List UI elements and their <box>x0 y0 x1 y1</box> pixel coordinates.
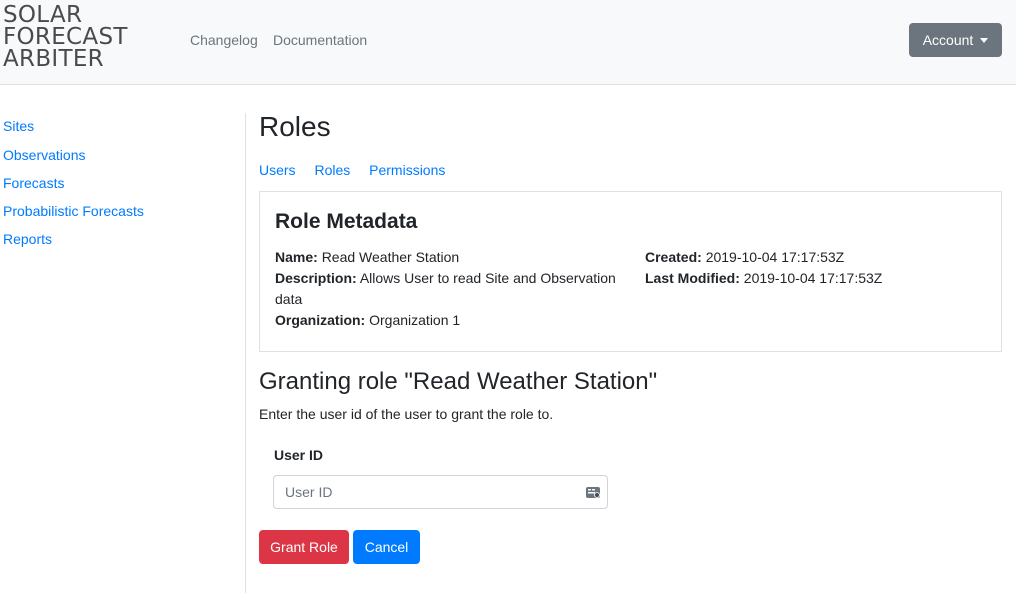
role-metadata-card: Role Metadata Name: Read Weather Station… <box>259 191 1002 352</box>
caret-down-icon <box>980 38 989 43</box>
page-title: Roles <box>259 111 331 142</box>
tab-users[interactable]: Users <box>259 162 296 178</box>
brand-logo[interactable]: SOLAR FORECAST ARBITER <box>3 2 153 72</box>
role-created-label: Created: <box>645 249 702 265</box>
role-organization-row: Organization: Organization 1 <box>275 310 630 331</box>
user-id-input-wrapper <box>273 475 608 509</box>
role-metadata-heading: Role Metadata <box>275 210 418 233</box>
sidebar-item-observations[interactable]: Observations <box>3 147 85 163</box>
sidebar: Sites Observations Forecasts Probabilist… <box>0 113 246 593</box>
account-dropdown-button[interactable]: Account <box>909 23 1002 57</box>
role-name-label: Name: <box>275 249 318 265</box>
role-modified-label: Last Modified: <box>645 270 740 286</box>
user-id-input[interactable] <box>273 475 608 509</box>
metadata-right-column: Created: 2019-10-04 17:17:53Z Last Modif… <box>645 247 985 289</box>
nav-changelog-link[interactable]: Changelog <box>190 32 258 48</box>
grant-role-heading: Granting role "Read Weather Station" <box>259 368 658 395</box>
brand-line-3: ARBITER <box>3 46 104 72</box>
sidebar-item-forecasts[interactable]: Forecasts <box>3 175 64 191</box>
user-id-label: User ID <box>274 447 324 463</box>
brand-line-1: SOLAR <box>3 2 83 28</box>
sidebar-item-reports[interactable]: Reports <box>3 231 52 247</box>
role-created-value: 2019-10-04 17:17:53Z <box>705 249 845 265</box>
role-name-row: Name: Read Weather Station <box>275 247 630 268</box>
account-label: Account <box>922 32 974 48</box>
role-name-value: Read Weather Station <box>321 249 460 265</box>
id-card-icon[interactable] <box>585 484 601 500</box>
role-modified-value: 2019-10-04 17:17:53Z <box>743 270 883 286</box>
role-created-row: Created: 2019-10-04 17:17:53Z <box>645 247 985 268</box>
nav-documentation-link[interactable]: Documentation <box>273 32 367 48</box>
role-modified-row: Last Modified: 2019-10-04 17:17:53Z <box>645 268 985 289</box>
role-organization-label: Organization: <box>275 312 366 328</box>
role-description-label: Description: <box>275 270 357 286</box>
cancel-button[interactable]: Cancel <box>353 530 420 564</box>
grant-role-button[interactable]: Grant Role <box>259 530 349 564</box>
sidebar-item-sites[interactable]: Sites <box>3 118 34 134</box>
tab-roles[interactable]: Roles <box>314 162 350 178</box>
sidebar-item-probabilistic-forecasts[interactable]: Probabilistic Forecasts <box>3 203 144 219</box>
grant-role-description: Enter the user id of the user to grant t… <box>259 406 554 422</box>
metadata-left-column: Name: Read Weather Station Description: … <box>275 247 630 331</box>
role-organization-value: Organization 1 <box>369 312 461 328</box>
tab-permissions[interactable]: Permissions <box>369 162 445 178</box>
brand-line-2: FORECAST <box>3 24 128 50</box>
role-description-row: Description: Allows User to read Site an… <box>275 268 630 310</box>
top-navbar: SOLAR FORECAST ARBITER Changelog Documen… <box>0 0 1016 85</box>
admin-subnav: Users Roles Permissions <box>259 162 460 178</box>
